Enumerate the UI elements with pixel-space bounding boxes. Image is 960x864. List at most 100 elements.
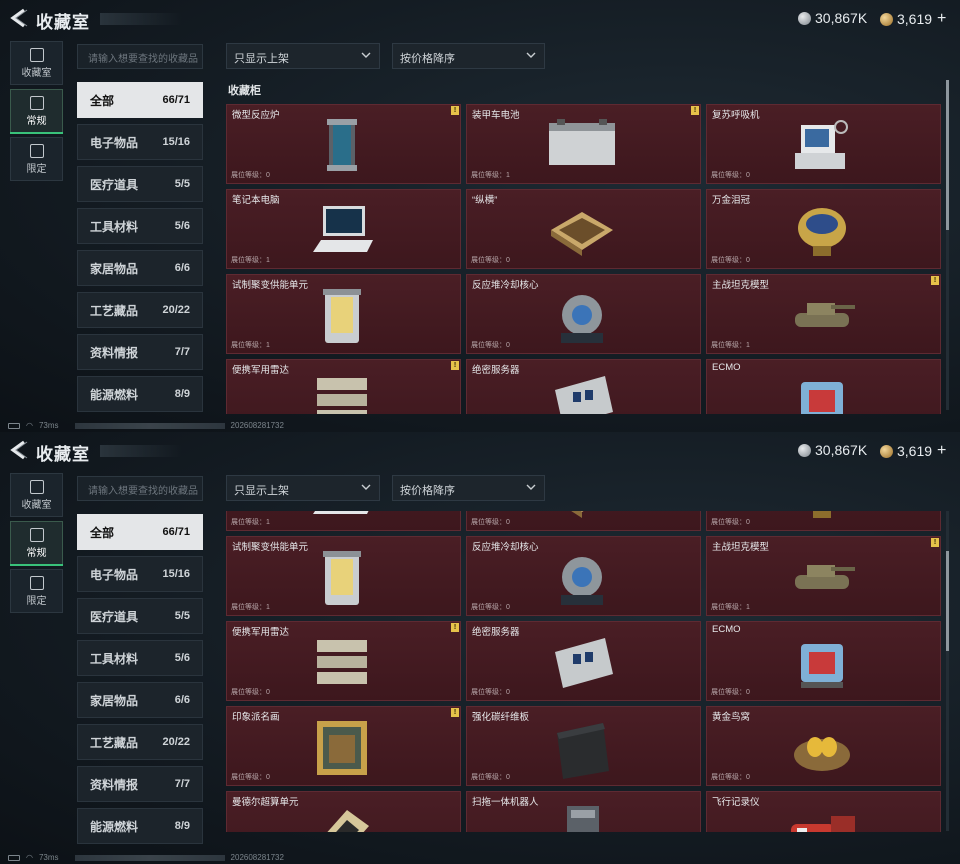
category-item[interactable]: 电子物品 15/16 xyxy=(77,556,203,592)
level-value: 0 xyxy=(506,342,510,349)
scrollbar-thumb[interactable] xyxy=(946,551,949,651)
item-name: 装甲车电池 xyxy=(472,110,520,121)
collection-card[interactable]: 黄金鸟窝 展位等级：0 xyxy=(706,706,941,786)
back-arrow-icon[interactable] xyxy=(8,440,30,460)
collection-card[interactable]: 微型反应炉! 展位等级：0 xyxy=(226,104,461,184)
collection-grid: 微型反应炉! 展位等级：0 装甲车电池! 展位等级：1 复苏呼吸机 展位等级：0 笔记本电脑… xyxy=(226,104,942,414)
category-item[interactable]: 能源燃料 8/9 xyxy=(77,808,203,844)
collection-card[interactable]: 反应堆冷却核心 展位等级：0 xyxy=(466,536,701,616)
collection-card[interactable]: 扫拖一体机器人展位等级：1 xyxy=(466,791,701,832)
category-item[interactable]: 家居物品 6/6 xyxy=(77,682,203,718)
gold-currency[interactable]: 3,619 + xyxy=(880,10,946,28)
jeweled-egg-icon xyxy=(813,511,831,518)
collection-card[interactable]: 装甲车电池! 展位等级：1 xyxy=(466,104,701,184)
item-name: 绝密服务器 xyxy=(472,627,520,638)
collection-screen-top: 收藏室 30,867K 3,619 + 收藏室 常规 限定 请输入想要查找的收藏品… xyxy=(0,0,960,432)
availability-dropdown[interactable]: 只显示上架 xyxy=(226,475,380,501)
dropdown-value: 只显示上架 xyxy=(234,53,289,65)
silver-amount: 30,867K xyxy=(815,442,868,458)
sort-dropdown[interactable]: 按价格降序 xyxy=(392,475,545,501)
category-item[interactable]: 电子物品 15/16 xyxy=(77,124,203,160)
collection-card[interactable]: 主战坦克模型! 展位等级：1 xyxy=(706,274,941,354)
collection-card[interactable]: 万金泪冠展位等级：0 xyxy=(706,511,941,531)
collection-card[interactable]: 反应堆冷却核心 展位等级：0 xyxy=(466,274,701,354)
item-name: 强化碳纤维板 xyxy=(472,712,530,723)
nav-regular[interactable]: 常规 xyxy=(10,89,63,134)
category-item[interactable]: 工艺藏品 20/22 xyxy=(77,724,203,760)
silver-amount: 30,867K xyxy=(815,10,868,26)
add-currency-icon[interactable]: + xyxy=(937,442,946,460)
collection-card[interactable]: 绝密服务器展位等级：0 xyxy=(466,359,701,414)
category-count: 6/6 xyxy=(174,262,190,274)
collection-card[interactable]: 便携军用雷达!展位等级：0 xyxy=(226,621,461,701)
level-label: 展位等级： xyxy=(711,689,746,696)
chessboard-icon xyxy=(571,511,584,518)
collection-card[interactable]: 绝密服务器展位等级：0 xyxy=(466,621,701,701)
nav-regular[interactable]: 常规 xyxy=(10,521,63,566)
level-value: 0 xyxy=(746,774,750,781)
scrollbar[interactable] xyxy=(946,80,949,410)
category-all[interactable]: 全部 66/71 xyxy=(77,82,203,118)
level-label: 展位等级： xyxy=(231,604,266,611)
category-item[interactable]: 医疗道具 5/5 xyxy=(77,166,203,202)
level-value: 0 xyxy=(506,519,510,526)
scrollbar[interactable] xyxy=(946,511,949,831)
collection-card[interactable]: 复苏呼吸机 展位等级：0 xyxy=(706,104,941,184)
availability-dropdown[interactable]: 只显示上架 xyxy=(226,43,380,69)
category-all[interactable]: 全部 66/71 xyxy=(77,514,203,550)
item-name: 试制聚变供能单元 xyxy=(232,542,309,553)
level-label: 展位等级： xyxy=(711,774,746,781)
dropdown-value: 按价格降序 xyxy=(400,485,455,497)
nav-collection-room[interactable]: 收藏室 xyxy=(10,41,63,85)
sort-dropdown[interactable]: 按价格降序 xyxy=(392,43,545,69)
category-item[interactable]: 资料情报 7/7 xyxy=(77,766,203,802)
level-value: 0 xyxy=(266,172,270,179)
category-item[interactable]: 资料情报 7/7 xyxy=(77,334,203,370)
collection-card[interactable]: “纵横”展位等级：0 xyxy=(466,189,701,269)
collection-card[interactable]: 便携军用雷达!展位等级：0 xyxy=(226,359,461,414)
collection-card[interactable]: 笔记本电脑展位等级：1 xyxy=(226,511,461,531)
nav-label: 限定 xyxy=(26,595,47,607)
scrollbar-thumb[interactable] xyxy=(946,80,949,230)
flight-recorder-icon xyxy=(791,816,855,832)
category-label: 工具材料 xyxy=(90,651,139,666)
display-level: 展位等级：0 xyxy=(231,772,270,782)
add-currency-icon[interactable]: + xyxy=(937,10,946,28)
collection-card[interactable]: 印象派名画! 展位等级：0 xyxy=(226,706,461,786)
category-item[interactable]: 能源燃料 8/9 xyxy=(77,376,203,412)
collection-card[interactable]: 曼德尔超算单元展位等级：0 xyxy=(226,791,461,832)
category-item[interactable]: 工具材料 5/6 xyxy=(77,208,203,244)
category-item[interactable]: 医疗道具 5/5 xyxy=(77,598,203,634)
battery-icon xyxy=(549,119,615,165)
search-input[interactable]: 请输入想要查找的收藏品 xyxy=(77,476,203,501)
category-item[interactable]: 家居物品 6/6 xyxy=(77,250,203,286)
display-level: 展位等级：0 xyxy=(471,340,510,350)
back-arrow-icon[interactable] xyxy=(8,8,30,28)
collection-card[interactable]: 笔记本电脑展位等级：1 xyxy=(226,189,461,269)
collection-card[interactable]: ECMO展位等级：0 xyxy=(706,621,941,701)
collection-card[interactable]: 强化碳纤维板 展位等级：0 xyxy=(466,706,701,786)
nav-collection-room[interactable]: 收藏室 xyxy=(10,473,63,517)
collection-card[interactable]: 试制聚变供能单元 展位等级：1 xyxy=(226,274,461,354)
category-item[interactable]: 工艺藏品 20/22 xyxy=(77,292,203,328)
collection-card[interactable]: ECMO展位等级：0 xyxy=(706,359,941,414)
nav-limited[interactable]: 限定 xyxy=(10,137,63,181)
search-input[interactable]: 请输入想要查找的收藏品 xyxy=(77,44,203,69)
level-value: 0 xyxy=(746,172,750,179)
category-item[interactable]: 工具材料 5/6 xyxy=(77,640,203,676)
level-label: 展位等级： xyxy=(231,774,266,781)
item-name: 试制聚变供能单元 xyxy=(232,280,309,291)
collection-card[interactable]: 主战坦克模型! 展位等级：1 xyxy=(706,536,941,616)
nav-limited[interactable]: 限定 xyxy=(10,569,63,613)
category-count: 8/9 xyxy=(174,388,190,400)
gold-currency[interactable]: 3,619 + xyxy=(880,442,946,460)
title-decoration xyxy=(100,445,182,457)
alert-flag-icon: ! xyxy=(451,106,459,115)
dropdown-value: 按价格降序 xyxy=(400,53,455,65)
collection-card[interactable]: “纵横”展位等级：0 xyxy=(466,511,701,531)
collection-card[interactable]: 万金泪冠展位等级：0 xyxy=(706,189,941,269)
collection-card[interactable]: 试制聚变供能单元 展位等级：1 xyxy=(226,536,461,616)
alert-flag-icon: ! xyxy=(451,361,459,370)
item-name: 万金泪冠 xyxy=(712,195,751,206)
collection-card[interactable]: 飞行记录仪展位等级：1 xyxy=(706,791,941,832)
